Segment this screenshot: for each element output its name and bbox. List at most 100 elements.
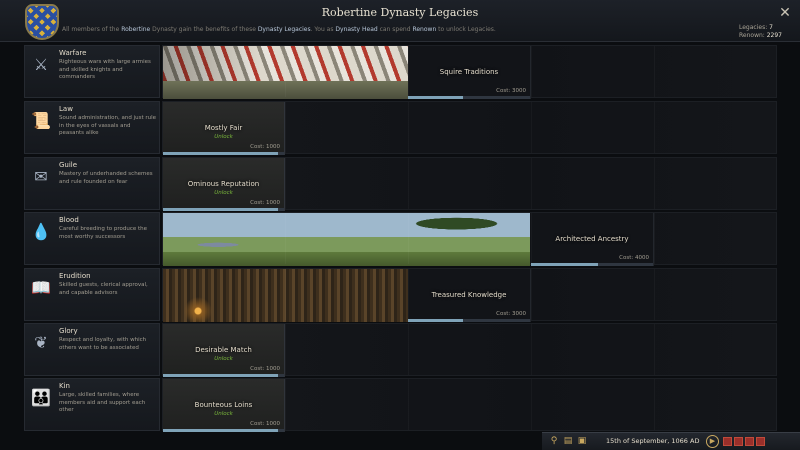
- subtitle-head-link[interactable]: Dynasty Head: [335, 26, 377, 33]
- unlock-label[interactable]: Unlock: [163, 356, 284, 362]
- open-book-icon: 📖: [31, 278, 51, 297]
- unlocked-legacy-tiles[interactable]: [163, 213, 530, 266]
- category-description: Respect and loyalty, with which others w…: [59, 337, 147, 351]
- game-bottom-bar: ⚲ ▤ ▣ 15th of September, 1066 AD ▶: [542, 432, 800, 450]
- legacy-name: Desirable Match: [195, 346, 252, 354]
- progress-bar: [163, 152, 284, 155]
- legacy-track-law: Mostly Fair Unlock Cost: 1000: [162, 101, 777, 155]
- progress-bar: [163, 374, 284, 377]
- unlock-label[interactable]: Unlock: [163, 411, 284, 417]
- unlocked-legacy-tiles[interactable]: [163, 269, 408, 322]
- legacy-category-guile[interactable]: ✉ Guile Mastery of underhanded schemes a…: [24, 157, 160, 210]
- legacy-row-erudition: 📖 Erudition Skilled guests, clerical app…: [24, 268, 777, 322]
- subtitle-text: to unlock Legacies.: [438, 26, 496, 33]
- category-name: Warfare: [59, 49, 87, 57]
- subtitle-text: All members of the: [62, 26, 120, 33]
- legacy-row-blood: 💧 Blood Careful breeding to produce the …: [24, 212, 777, 266]
- progress-bar: [531, 263, 653, 266]
- legacy-tile-desirable-match[interactable]: Desirable Match Unlock Cost: 1000: [163, 324, 285, 377]
- progress-bar: [163, 429, 284, 432]
- category-description: Skilled guests, clerical approval, and c…: [59, 282, 148, 296]
- legacy-cost: Cost: 1000: [250, 200, 280, 206]
- subtitle-text: can spend: [379, 26, 411, 33]
- legacy-category-warfare[interactable]: ⚔ Warfare Righteous wars with large armi…: [24, 45, 160, 98]
- progress-fill: [531, 263, 599, 266]
- legacy-row-guile: ✉ Guile Mastery of underhanded schemes a…: [24, 157, 777, 211]
- legacy-cost: Cost: 1000: [250, 366, 280, 372]
- legacy-row-kin: 👪 Kin Large, skilled families, where mem…: [24, 378, 777, 432]
- page-title: Robertine Dynasty Legacies: [321, 6, 479, 19]
- unlock-label[interactable]: Unlock: [163, 134, 284, 140]
- legacy-cost: Cost: 1000: [250, 421, 280, 427]
- unlock-label[interactable]: Unlock: [163, 190, 284, 196]
- progress-fill: [163, 374, 278, 377]
- legacy-row-glory: ❦ Glory Respect and loyalty, with which …: [24, 323, 777, 377]
- legacy-name: Architected Ancestry: [555, 235, 629, 243]
- progress-fill: [163, 152, 278, 155]
- letter-icon: ✉: [34, 167, 48, 186]
- scroll-icon: 📜: [31, 111, 51, 130]
- category-description: Sound administration, and just rule in t…: [59, 115, 157, 136]
- legacy-track-kin: Bounteous Loins Unlock Cost: 1000: [162, 378, 777, 432]
- speed-4-button[interactable]: [756, 437, 765, 446]
- subtitle-legacies-link[interactable]: Dynasty Legacies: [258, 26, 311, 33]
- legacy-track-erudition: Treasured Knowledge Cost: 3000: [162, 268, 777, 322]
- play-icon[interactable]: ▶: [706, 435, 719, 448]
- legacy-name: Treasured Knowledge: [431, 291, 507, 299]
- legacy-tile-squire-traditions[interactable]: Squire Traditions Cost: 3000: [408, 46, 531, 99]
- progress-bar: [408, 319, 530, 322]
- legacies-value: 7: [769, 24, 773, 31]
- legacy-row-warfare: ⚔ Warfare Righteous wars with large armi…: [24, 45, 777, 99]
- legacies-label: Legacies:: [739, 24, 768, 31]
- legacy-track-guile: Ominous Reputation Unlock Cost: 1000: [162, 157, 777, 211]
- book-icon[interactable]: ▣: [576, 435, 588, 447]
- legacy-cost: Cost: 1000: [250, 144, 280, 150]
- legacy-tile-ominous-reputation[interactable]: Ominous Reputation Unlock Cost: 1000: [163, 158, 285, 211]
- speed-2-button[interactable]: [734, 437, 743, 446]
- legacy-category-erudition[interactable]: 📖 Erudition Skilled guests, clerical app…: [24, 268, 160, 321]
- legacy-category-law[interactable]: 📜 Law Sound administration, and just rul…: [24, 101, 160, 154]
- legacy-tile-architected-ancestry[interactable]: Architected Ancestry Cost: 4000: [531, 213, 654, 266]
- legacy-category-glory[interactable]: ❦ Glory Respect and loyalty, with which …: [24, 323, 160, 376]
- category-description: Mastery of underhanded schemes and rule …: [59, 171, 153, 185]
- legacy-row-law: 📜 Law Sound administration, and just rul…: [24, 101, 777, 155]
- unlocked-legacy-tiles[interactable]: [163, 46, 408, 99]
- category-name: Guile: [59, 161, 78, 169]
- page-subtitle: All members of the Robertine Dynasty gai…: [62, 26, 496, 33]
- family-icon: 👪: [31, 388, 51, 407]
- renown-label: Renown:: [739, 32, 765, 39]
- legacies-header: Robertine Dynasty Legacies ✕ All members…: [0, 0, 800, 42]
- legacy-track-warfare: Squire Traditions Cost: 3000: [162, 45, 777, 99]
- legacy-name: Ominous Reputation: [187, 180, 260, 188]
- progress-bar: [408, 96, 530, 99]
- category-name: Kin: [59, 382, 70, 390]
- renown-count: Renown: 2297: [739, 32, 782, 40]
- progress-bar: [163, 208, 284, 211]
- legacy-tile-mostly-fair[interactable]: Mostly Fair Unlock Cost: 1000: [163, 102, 285, 155]
- legacy-tile-bounteous-loins[interactable]: Bounteous Loins Unlock Cost: 1000: [163, 379, 285, 432]
- progress-fill: [163, 429, 278, 432]
- category-name: Blood: [59, 216, 79, 224]
- legacy-cost: Cost: 4000: [619, 255, 649, 261]
- legacy-name: Squire Traditions: [439, 68, 499, 76]
- category-name: Glory: [59, 327, 78, 335]
- legacy-cost: Cost: 3000: [496, 311, 526, 317]
- legacy-category-blood[interactable]: 💧 Blood Careful breeding to produce the …: [24, 212, 160, 265]
- close-icon[interactable]: ✕: [776, 4, 794, 22]
- crossed-swords-icon: ⚔: [33, 55, 49, 74]
- subtitle-text: Dynasty gain the benefits of these: [152, 26, 256, 33]
- subtitle-dynasty-link[interactable]: Robertine: [121, 26, 150, 33]
- progress-fill: [163, 208, 278, 211]
- magnifier-icon[interactable]: ⚲: [548, 435, 560, 447]
- speed-3-button[interactable]: [745, 437, 754, 446]
- ledger-icon[interactable]: ▤: [562, 435, 574, 447]
- legacy-tile-treasured-knowledge[interactable]: Treasured Knowledge Cost: 3000: [408, 269, 531, 322]
- progress-fill: [408, 319, 463, 322]
- legacy-name: Bounteous Loins: [194, 401, 253, 409]
- subtitle-text: . You as: [310, 26, 334, 33]
- legacy-category-kin[interactable]: 👪 Kin Large, skilled families, where mem…: [24, 378, 160, 431]
- category-name: Erudition: [59, 272, 91, 280]
- dynasty-stats: Legacies: 7 Renown: 2297: [739, 24, 782, 40]
- speed-1-button[interactable]: [723, 437, 732, 446]
- subtitle-renown-link[interactable]: Renown: [412, 26, 436, 33]
